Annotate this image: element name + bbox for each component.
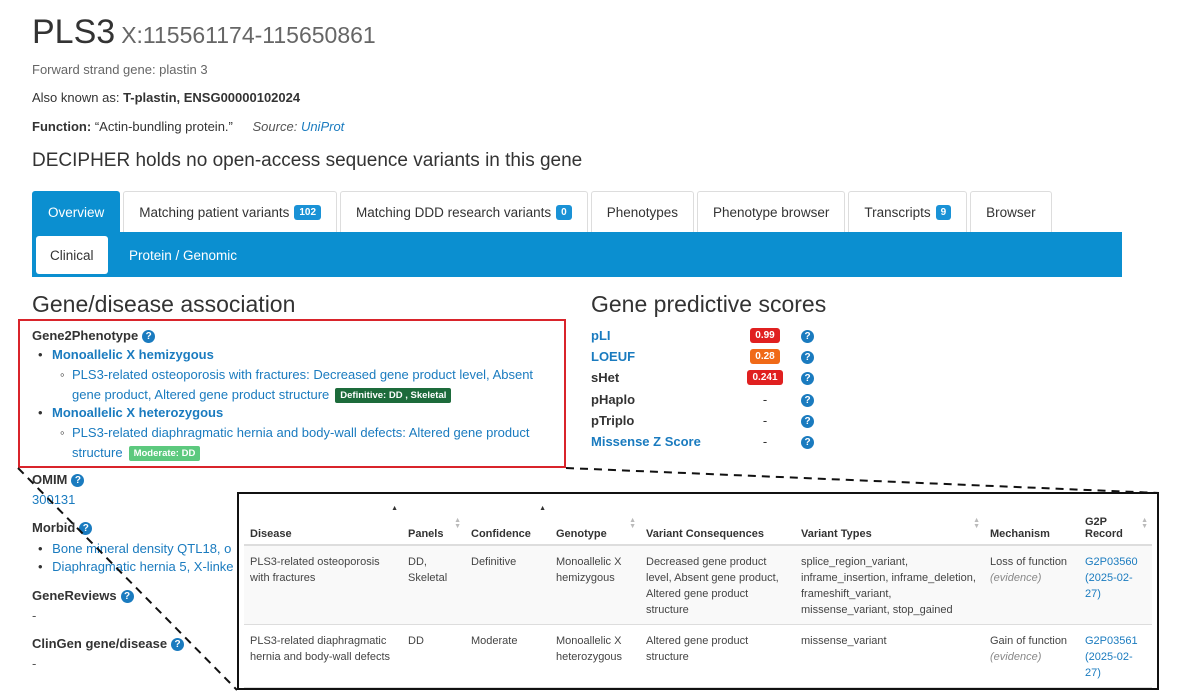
cell-panels: DD, Skeletal (402, 545, 465, 625)
cell-variant-types: splice_region_variant, inframe_insertion… (795, 545, 984, 625)
sort-icon: ▲ ▼ (629, 517, 636, 530)
evidence-note: (evidence) (990, 572, 1042, 584)
col-variant-consequences[interactable]: Variant Consequences (640, 499, 795, 546)
col-variant-types[interactable]: Variant Types ▲ ▼ (795, 499, 984, 546)
g2p-record-date[interactable]: (2025-02-27) (1085, 651, 1133, 679)
cell-confidence: Moderate (465, 624, 550, 688)
cell-consequences: Decreased gene product level, Absent gen… (640, 545, 795, 625)
col-confidence[interactable]: Confidence ▲ (465, 499, 550, 546)
col-disease[interactable]: Disease ▲ (244, 499, 402, 546)
cell-mechanism: Gain of function (evidence) (984, 624, 1079, 688)
cell-consequences: Altered gene product structure (640, 624, 795, 688)
g2p-table-zoom: Disease ▲ Panels ▲ ▼ Confidence ▲ Genotype ▲ ▼… (237, 492, 1159, 690)
cell-panels: DD (402, 624, 465, 688)
g2p-record-date[interactable]: (2025-02-27) (1085, 572, 1133, 600)
cell-record: G2P03561 (2025-02-27) (1079, 624, 1152, 688)
g2p-record-link[interactable]: G2P03560 (1085, 556, 1138, 568)
table-header-row: Disease ▲ Panels ▲ ▼ Confidence ▲ Genotype ▲ ▼… (244, 499, 1152, 546)
g2p-record-link[interactable]: G2P03561 (1085, 635, 1138, 647)
g2p-table: Disease ▲ Panels ▲ ▼ Confidence ▲ Genotype ▲ ▼… (244, 499, 1152, 688)
col-genotype[interactable]: Genotype ▲ ▼ (550, 499, 640, 546)
cell-genotype: Monoallelic X hemizygous (550, 545, 640, 625)
evidence-note: (evidence) (990, 651, 1042, 663)
cell-confidence: Definitive (465, 545, 550, 625)
cell-disease: PLS3-related osteoporosis with fractures (244, 545, 402, 625)
col-panels[interactable]: Panels ▲ ▼ (402, 499, 465, 546)
cell-variant-types: missense_variant (795, 624, 984, 688)
col-g2p-record[interactable]: G2P Record ▲ ▼ (1079, 499, 1152, 546)
sort-icon: ▲ ▼ (1141, 517, 1148, 530)
cell-genotype: Monoallelic X heterozygous (550, 624, 640, 688)
cell-record: G2P03560 (2025-02-27) (1079, 545, 1152, 625)
col-mechanism[interactable]: Mechanism (984, 499, 1079, 546)
table-row: PLS3-related osteoporosis with fractures… (244, 545, 1152, 625)
sort-asc-icon: ▲ (539, 505, 546, 512)
cell-mechanism: Loss of function (evidence) (984, 545, 1079, 625)
sort-icon: ▲ ▼ (973, 517, 980, 530)
table-row: PLS3-related diaphragmatic hernia and bo… (244, 624, 1152, 688)
sort-asc-icon: ▲ (391, 505, 398, 512)
cell-disease: PLS3-related diaphragmatic hernia and bo… (244, 624, 402, 688)
sort-icon: ▲ ▼ (454, 517, 461, 530)
